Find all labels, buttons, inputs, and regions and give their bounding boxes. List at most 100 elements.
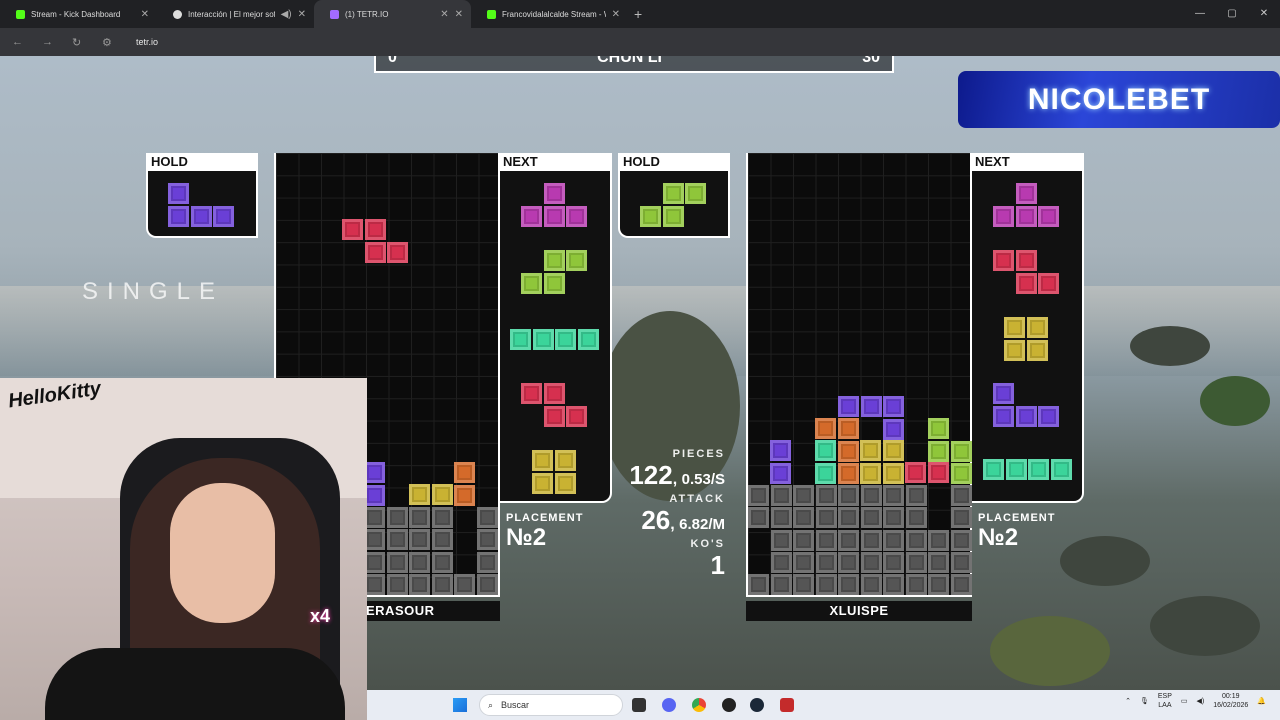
tetromino-cell (770, 551, 792, 573)
notification-bell-icon[interactable]: 🔔 (1257, 697, 1266, 705)
tetromino-cell (409, 529, 430, 551)
tetromino-cell (566, 405, 587, 427)
chrome-icon[interactable] (692, 698, 706, 712)
obs-icon[interactable] (722, 698, 736, 712)
minimize-icon[interactable]: — (1184, 0, 1216, 28)
steam-icon[interactable] (750, 698, 764, 712)
taskbar-search[interactable]: ⌕ Buscar (479, 694, 623, 716)
maximize-icon[interactable]: ▢ (1216, 0, 1248, 28)
tetromino-cell (1005, 459, 1027, 480)
tetromino-cell (1026, 317, 1048, 338)
tetromino-cell (993, 405, 1014, 427)
tetromino-cell (431, 529, 453, 551)
taskview-icon[interactable] (632, 698, 646, 712)
volume-icon[interactable]: ◀) (1197, 697, 1205, 705)
tetromino-cell (793, 485, 814, 506)
background-rock (1150, 596, 1260, 656)
mute-icon[interactable]: ✕ (440, 9, 448, 20)
tetromino-cell (409, 484, 430, 505)
tetromino-cell (1038, 272, 1059, 294)
tab-interaccion[interactable]: Interacción | El mejor softw ◀) ✕ (157, 0, 314, 28)
pieces-label: PIECES (672, 448, 725, 460)
tab-title: Francovidalalcalde Stream - Wa (502, 9, 606, 19)
windows-start-icon[interactable] (453, 698, 467, 712)
tetromino-cell (454, 484, 475, 506)
tetromino-cell (577, 329, 599, 350)
tetromino-cell (860, 462, 881, 484)
address-bar: ← → ↻ ⚙ tetr.io 🔇 A ⚷ ☆ ◆ ⧉ ≡ ⋮ (0, 28, 1280, 76)
tetromino-cell (454, 462, 475, 483)
tetromino-cell (364, 551, 385, 573)
back-icon[interactable]: ← (12, 36, 30, 48)
reload-icon[interactable]: ↻ (72, 36, 90, 49)
tetromino-cell (521, 205, 542, 227)
tetromino-cell (521, 272, 542, 294)
close-icon[interactable]: ✕ (455, 9, 463, 20)
tetromino-cell (1015, 272, 1037, 294)
tetromino-cell (838, 551, 859, 573)
tetromino-cell (1015, 405, 1037, 427)
tetromino-cell (883, 551, 904, 573)
speaker-icon[interactable]: ◀) (281, 9, 292, 20)
tetromino-cell (364, 507, 385, 528)
attack-rate: 6.82/M (679, 516, 725, 533)
chevron-up-icon[interactable]: ⌃ (1125, 697, 1131, 705)
tetromino-cell (409, 573, 430, 595)
mode-text: SINGLE (82, 278, 225, 305)
tetromino-cell (905, 551, 927, 573)
tetromino-cell (532, 329, 554, 350)
tetromino-cell (386, 551, 408, 573)
close-window-icon[interactable]: ✕ (1248, 0, 1280, 28)
site-settings-icon[interactable]: ⚙ (102, 36, 120, 49)
sponsor-banner: NICOLEBET (958, 71, 1280, 128)
tetromino-cell (860, 529, 882, 551)
network-icon[interactable]: ▭ (1181, 697, 1188, 705)
tetromino-cell (168, 183, 189, 204)
tetromino-cell (838, 485, 859, 506)
tetromino-cell (543, 383, 565, 404)
tab-francovidal[interactable]: Francovidalalcalde Stream - Wa ✕ (471, 0, 628, 28)
tetromino-cell (685, 183, 706, 204)
kick-icon (487, 9, 496, 19)
tetromino-cell (543, 250, 565, 271)
tetromino-cell (543, 405, 565, 427)
forward-icon[interactable]: → (42, 36, 60, 48)
tetromino-cell (927, 462, 949, 483)
tetromino-cell (928, 418, 949, 439)
tetromino-cell (950, 440, 972, 462)
close-icon[interactable]: ✕ (298, 9, 306, 20)
tetromino-cell (748, 507, 769, 529)
tetromino-cell (815, 574, 837, 596)
close-icon[interactable]: ✕ (141, 9, 149, 20)
tetromino-cell (454, 573, 475, 595)
tab-tetrio[interactable]: (1) TETR.IO ✕ ✕ (314, 0, 471, 28)
tetromino-cell (770, 529, 792, 551)
hold-box (146, 171, 258, 238)
tetromino-cell (928, 440, 949, 462)
tetromino-cell (993, 205, 1014, 227)
tab-kick-dashboard[interactable]: Stream - Kick Dashboard ✕ (0, 0, 157, 28)
tetromino-cell (770, 507, 792, 529)
streamer-face (170, 483, 275, 623)
new-tab-icon[interactable]: + (634, 6, 642, 22)
player-name-left: ERASOUR (360, 601, 500, 621)
tetromino-cell (983, 459, 1004, 480)
tetromino-cell (928, 551, 949, 573)
tetromino-cell (566, 205, 587, 227)
url-field[interactable]: tetr.io (136, 37, 158, 47)
tetromino-cell (950, 574, 972, 596)
close-icon[interactable]: ✕ (612, 9, 620, 20)
player-name-right: XLUISPE (746, 601, 972, 621)
tetromino-cell (386, 573, 408, 595)
tetromino-cell (837, 440, 859, 462)
app-icon[interactable] (780, 698, 794, 712)
discord-icon[interactable] (662, 698, 676, 712)
tetromino-cell (905, 485, 927, 506)
microphone-icon[interactable]: 🎙 (1140, 697, 1149, 705)
tetromino-cell (770, 574, 792, 596)
tetromino-cell (1015, 250, 1037, 271)
clock[interactable]: 00:19 16/02/2026 (1213, 692, 1248, 710)
tetromino-cell (1004, 317, 1025, 338)
language-indicator[interactable]: ESP LAA (1158, 692, 1172, 710)
tetromino-cell (950, 485, 972, 506)
